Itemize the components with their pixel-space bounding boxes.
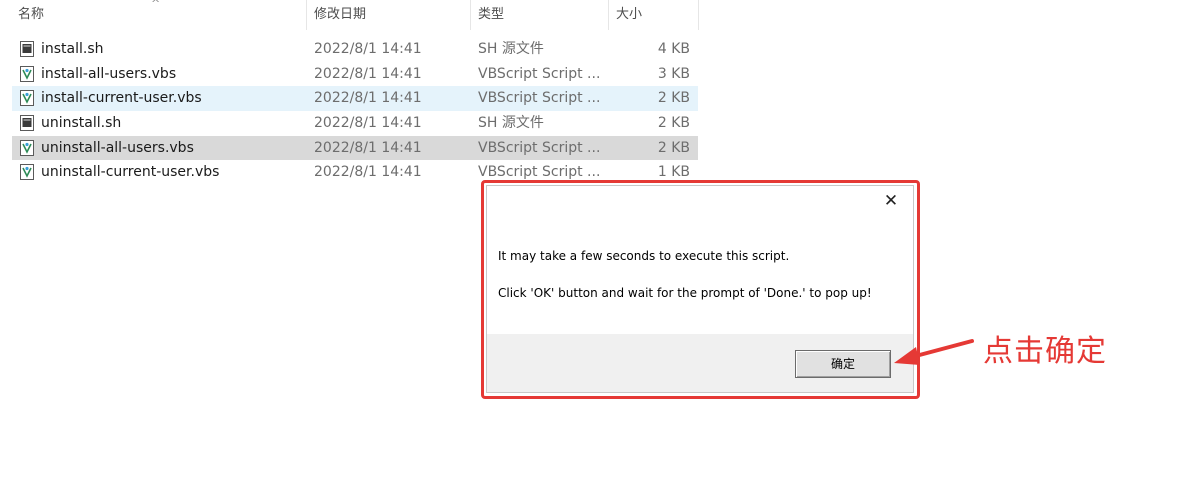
file-list: install.sh 2022/8/1 14:41 SH 源文件 4 KB in… bbox=[0, 37, 700, 185]
file-name: install-current-user.vbs bbox=[41, 90, 202, 107]
file-name: uninstall-current-user.vbs bbox=[41, 164, 220, 181]
file-date: 2022/8/1 14:41 bbox=[314, 115, 422, 132]
file-date: 2022/8/1 14:41 bbox=[314, 65, 422, 82]
column-header-size[interactable]: 大小 bbox=[608, 0, 698, 30]
column-header-date[interactable]: 修改日期 bbox=[306, 0, 470, 30]
annotation-arrow-icon bbox=[894, 339, 974, 365]
file-type: SH 源文件 bbox=[478, 41, 544, 57]
column-header-name[interactable]: 名称 bbox=[10, 0, 306, 30]
file-type: VBScript Script ... bbox=[478, 139, 601, 156]
file-row-uninstall-sh[interactable]: uninstall.sh 2022/8/1 14:41 SH 源文件 2 KB bbox=[12, 111, 698, 136]
red-highlight-box bbox=[481, 180, 920, 399]
sh-file-icon bbox=[20, 41, 34, 57]
vbs-file-icon bbox=[20, 90, 34, 107]
column-divider[interactable] bbox=[698, 0, 699, 30]
file-type: SH 源文件 bbox=[478, 115, 544, 132]
column-header-type[interactable]: 类型 bbox=[470, 0, 608, 30]
file-row-install-sh[interactable]: install.sh 2022/8/1 14:41 SH 源文件 4 KB bbox=[12, 37, 698, 62]
file-name: install.sh bbox=[41, 41, 104, 57]
file-date: 2022/8/1 14:41 bbox=[314, 41, 422, 57]
sh-file-icon bbox=[20, 115, 34, 132]
file-type: VBScript Script ... bbox=[478, 90, 601, 107]
vbs-file-icon bbox=[20, 139, 34, 156]
file-row-install-current-user-vbs[interactable]: install-current-user.vbs 2022/8/1 14:41 … bbox=[12, 86, 698, 112]
file-date: 2022/8/1 14:41 bbox=[314, 164, 422, 181]
file-size: 2 KB bbox=[657, 115, 690, 132]
file-explorer: ^ 名称 修改日期 类型 大小 install.sh 2022/8/1 14:4… bbox=[0, 0, 700, 190]
vbs-file-icon bbox=[20, 164, 34, 181]
file-size: 2 KB bbox=[657, 139, 690, 156]
file-date: 2022/8/1 14:41 bbox=[314, 139, 422, 156]
file-date: 2022/8/1 14:41 bbox=[314, 90, 422, 107]
file-size: 3 KB bbox=[657, 65, 690, 82]
file-name: uninstall-all-users.vbs bbox=[41, 139, 194, 156]
vbs-file-icon bbox=[20, 65, 34, 82]
file-row-uninstall-all-users-vbs[interactable]: uninstall-all-users.vbs 2022/8/1 14:41 V… bbox=[12, 135, 698, 161]
file-row-install-all-users-vbs[interactable]: install-all-users.vbs 2022/8/1 14:41 VBS… bbox=[12, 62, 698, 87]
file-name: install-all-users.vbs bbox=[41, 65, 177, 82]
column-header-row: ^ 名称 修改日期 类型 大小 bbox=[0, 0, 700, 30]
annotation-label: 点击确定 bbox=[983, 334, 1107, 369]
file-name: uninstall.sh bbox=[41, 115, 122, 132]
file-type: VBScript Script ... bbox=[478, 65, 601, 82]
file-size: 4 KB bbox=[657, 41, 690, 57]
file-size: 2 KB bbox=[657, 90, 690, 107]
